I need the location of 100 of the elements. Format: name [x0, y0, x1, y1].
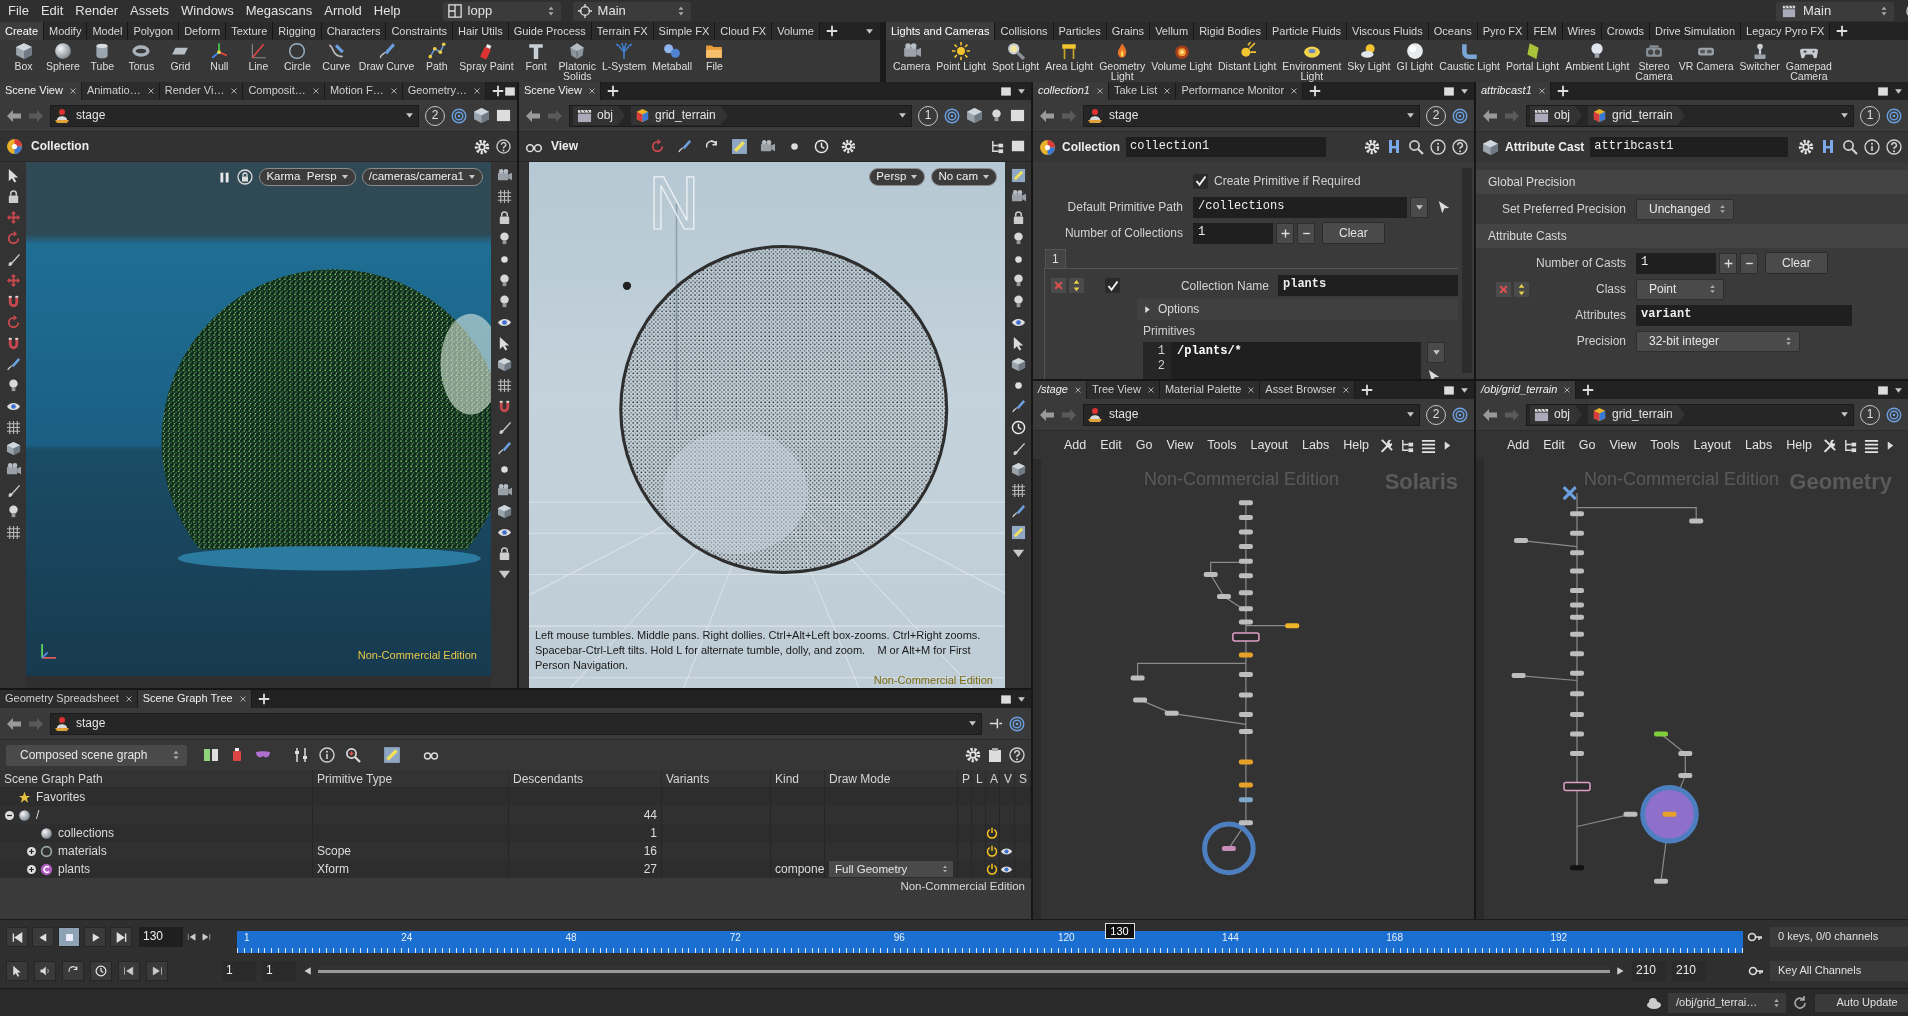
cube-icon[interactable] — [5, 441, 21, 456]
plus-icon[interactable] — [1582, 384, 1595, 396]
menu-item[interactable]: Layout — [1686, 437, 1739, 453]
plus-icon[interactable] — [1556, 85, 1569, 97]
network-node[interactable] — [1570, 568, 1584, 574]
rotate-arrow-icon[interactable] — [5, 315, 21, 330]
shelf-tool[interactable]: Caustic Light — [1436, 42, 1503, 71]
column-header[interactable]: P — [958, 770, 972, 788]
network-node[interactable] — [1221, 845, 1236, 851]
increment-button[interactable] — [1276, 222, 1294, 244]
info-icon[interactable] — [1864, 139, 1880, 155]
step-forward-button[interactable] — [146, 961, 168, 981]
up-down-arrows-icon[interactable] — [1069, 278, 1084, 294]
help-icon[interactable] — [1009, 747, 1025, 763]
cube-icon[interactable] — [1482, 138, 1499, 156]
tree-icon[interactable] — [1399, 437, 1415, 453]
menu-item[interactable]: Labs — [1738, 437, 1780, 453]
network-path-field[interactable]: obj grid_terrain — [569, 104, 912, 127]
path-segment[interactable]: grid_terrain — [1588, 106, 1685, 125]
shelf-tab[interactable]: Viscous Fluids — [1347, 22, 1429, 40]
shelf-tab[interactable]: Pyro FX — [1477, 22, 1529, 40]
link-target-icon[interactable] — [944, 107, 960, 124]
menu-item[interactable]: Tools — [1200, 437, 1244, 453]
dropdown-menu[interactable]: Unchanged — [1636, 198, 1735, 220]
gear-icon[interactable] — [1364, 139, 1380, 155]
network-node[interactable] — [1203, 572, 1218, 578]
network-node[interactable] — [1238, 500, 1253, 506]
table-row[interactable]: materials Scope 16 — [0, 842, 1031, 860]
network-node[interactable] — [1570, 550, 1584, 556]
info-icon[interactable] — [319, 747, 336, 763]
search-icon[interactable] — [1408, 139, 1424, 155]
column-header[interactable]: V — [1000, 770, 1015, 788]
list-icon[interactable] — [1863, 437, 1879, 453]
step-forward-icon[interactable] — [201, 932, 211, 942]
line-bar-icon[interactable] — [988, 716, 1003, 731]
clock-icon[interactable] — [1010, 420, 1026, 435]
plus-icon[interactable] — [491, 85, 504, 97]
tree-item-label[interactable]: plants — [58, 860, 91, 878]
square-icon[interactable] — [1877, 384, 1889, 396]
close-icon[interactable] — [389, 87, 398, 95]
shelf-tab[interactable]: Hair Utils — [453, 22, 509, 40]
power-icon[interactable] — [986, 863, 998, 875]
skip-to-end-button[interactable] — [110, 927, 132, 947]
dropdown-button[interactable] — [1427, 341, 1445, 363]
plus-icon[interactable] — [1309, 85, 1322, 97]
network-node[interactable] — [1570, 865, 1584, 871]
move-arrows-icon[interactable] — [5, 273, 21, 288]
shelf-tab[interactable]: Cloud FX — [715, 22, 773, 40]
grid-icon[interactable] — [496, 189, 512, 204]
dropdown-menu[interactable]: Point — [1636, 278, 1724, 300]
close-icon[interactable] — [1563, 386, 1572, 394]
tree-icon[interactable] — [1842, 437, 1858, 453]
network-node[interactable] — [1238, 692, 1253, 698]
frame-field[interactable]: 130 — [139, 927, 183, 947]
range-handle-icon[interactable] — [302, 965, 312, 977]
grid-icon[interactable] — [496, 378, 512, 393]
plus-icon[interactable] — [1361, 384, 1374, 396]
square-icon[interactable] — [1010, 108, 1025, 123]
cube-icon[interactable] — [496, 504, 512, 519]
timeline-track[interactable]: 1 24 48 72 96 120 144 168 192 130 — [237, 923, 1743, 953]
shelf-tool[interactable]: Geometry Light — [1096, 42, 1149, 81]
options-header[interactable]: Options — [1137, 298, 1458, 321]
shelf-tab[interactable]: Constraints — [386, 22, 454, 40]
pause-icon[interactable] — [218, 170, 232, 184]
refresh-icon[interactable] — [1792, 994, 1808, 1011]
network-node[interactable] — [1570, 530, 1584, 536]
shelf-tool[interactable]: Point Light — [933, 42, 989, 71]
table-row[interactable]: Favorites — [0, 788, 1031, 806]
shelf-tool[interactable]: Path — [417, 42, 457, 71]
gear-icon[interactable] — [1798, 139, 1814, 155]
network-node[interactable] — [1654, 878, 1668, 884]
network-node[interactable] — [1238, 544, 1253, 550]
pen-icon[interactable] — [1010, 504, 1026, 519]
shelf-tool[interactable]: Torus — [121, 42, 161, 71]
clear-button[interactable]: Clear — [1765, 252, 1828, 274]
help-icon[interactable] — [496, 138, 511, 154]
skip-to-start-button[interactable] — [6, 927, 28, 947]
shelf-tool[interactable]: Font — [516, 42, 556, 71]
network-node[interactable] — [1662, 811, 1677, 817]
network-path-field[interactable]: stage — [1083, 104, 1420, 127]
slash-tile-icon[interactable] — [1010, 168, 1026, 183]
network-node[interactable] — [1514, 538, 1528, 543]
network-node[interactable] — [1570, 631, 1584, 637]
caret-icon[interactable] — [1017, 694, 1026, 704]
network-node[interactable] — [1238, 797, 1253, 803]
list-icon[interactable] — [1420, 437, 1436, 453]
network-node[interactable] — [1570, 602, 1584, 608]
key-mode-menu[interactable]: Key All Channels — [1770, 961, 1908, 981]
cube-icon[interactable] — [496, 357, 512, 372]
shelf-tool[interactable]: Box — [4, 42, 43, 71]
camera-icon[interactable] — [760, 139, 776, 154]
menu-item[interactable]: File — [2, 3, 35, 19]
h-shape-icon[interactable] — [1820, 139, 1836, 155]
context-menu[interactable]: Main — [572, 1, 691, 21]
shelf-tool[interactable]: Camera — [890, 42, 934, 71]
close-icon[interactable] — [124, 695, 133, 703]
shelf-tab[interactable]: Characters — [321, 22, 387, 40]
loop-arrow-button[interactable] — [62, 961, 84, 981]
zoom-icon[interactable] — [345, 747, 362, 763]
column-header[interactable]: Scene Graph Path — [0, 770, 313, 788]
